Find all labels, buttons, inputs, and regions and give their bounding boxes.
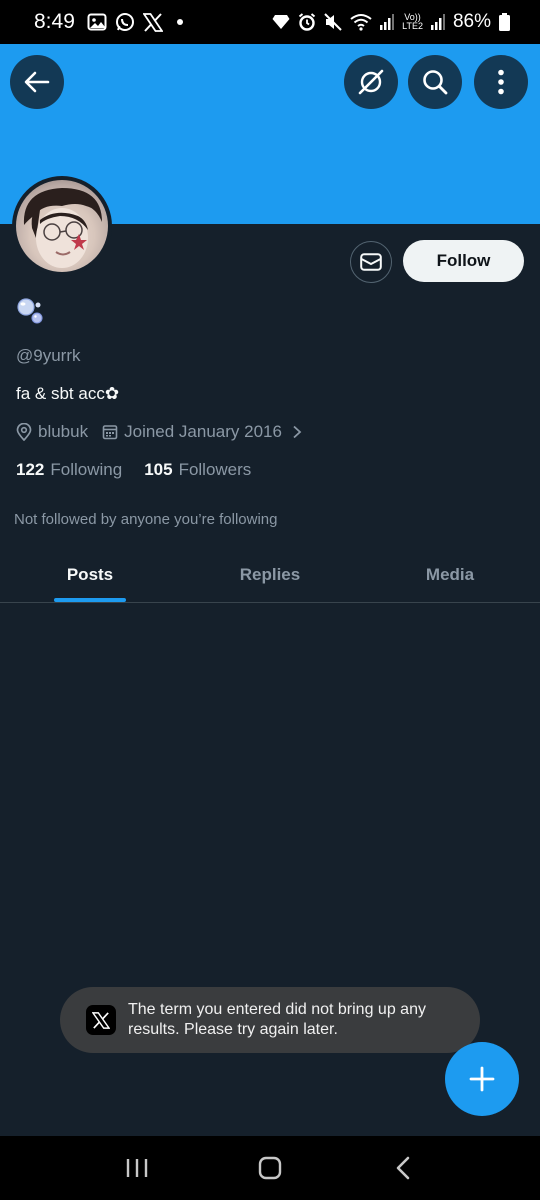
tab-active-indicator: [54, 598, 126, 602]
gallery-icon: [87, 12, 107, 32]
alarm-icon: [298, 13, 316, 31]
not-followed-notice: Not followed by anyone you’re following: [14, 511, 278, 528]
status-time: 8:49: [34, 10, 75, 33]
wifi-icon: [350, 13, 372, 31]
calendar-icon: [102, 424, 118, 440]
display-name-bubbles-icon: [16, 296, 46, 326]
back-icon: [24, 71, 50, 93]
follow-button[interactable]: Follow: [403, 240, 524, 282]
profile-location: blubuk: [38, 422, 89, 441]
x-icon: [142, 12, 163, 32]
back-button[interactable]: [10, 55, 64, 109]
profile-stats: 122 Following 105 Followers: [16, 460, 251, 480]
system-nav-bar: [0, 1136, 540, 1200]
mute-icon: [324, 13, 342, 31]
profile-tabs: Posts Replies Media: [0, 548, 540, 603]
volte-icon: Vo)) LTE2: [402, 12, 423, 31]
whatsapp-icon: [115, 12, 135, 32]
profile-handle: @9yurrk: [16, 346, 81, 365]
location-icon: [16, 423, 32, 441]
followers-count: 105: [144, 460, 173, 479]
battery-icon: [499, 13, 510, 31]
plus-icon: [469, 1066, 495, 1092]
grok-button[interactable]: [344, 55, 398, 109]
followers-link[interactable]: 105 Followers: [144, 460, 251, 480]
profile-bio: fa & sbt acc✿: [16, 384, 120, 403]
more-icon: [498, 69, 504, 95]
following-count: 122: [16, 460, 45, 479]
dot-icon: [176, 19, 183, 25]
recent-apps-button[interactable]: [107, 1143, 167, 1193]
toast-message: The term you entered did not bring up an…: [128, 1001, 426, 1038]
status-bar: 8:49 Vo)) LTE2 86%: [0, 0, 540, 44]
tab-label: Posts: [66, 565, 114, 584]
profile-meta: blubuk Joined January 2016: [16, 422, 308, 442]
followers-label: Followers: [178, 460, 252, 479]
status-bar-left: 8:49: [34, 10, 183, 34]
system-back-button[interactable]: [373, 1143, 433, 1193]
chevron-right-icon[interactable]: [292, 425, 302, 439]
recent-apps-icon: [126, 1159, 147, 1177]
tab-replies[interactable]: Replies: [180, 548, 360, 602]
tab-posts[interactable]: Posts: [0, 548, 180, 602]
message-button[interactable]: [350, 241, 392, 283]
profile-joined: Joined January 2016: [124, 422, 282, 441]
home-icon: [258, 1156, 282, 1180]
signal-icon: [430, 14, 445, 30]
compose-button[interactable]: [445, 1042, 519, 1116]
tab-label: Media: [425, 565, 475, 584]
more-button[interactable]: [474, 55, 528, 109]
error-toast: The term you entered did not bring up an…: [60, 987, 480, 1053]
battery-percent: 86%: [452, 11, 491, 32]
x-logo-icon: [86, 1005, 116, 1035]
avatar-photo: [16, 180, 108, 272]
tab-media[interactable]: Media: [360, 548, 540, 602]
status-bar-right: Vo)) LTE2 86%: [272, 11, 510, 33]
grok-icon: [358, 69, 384, 95]
home-button[interactable]: [240, 1143, 300, 1193]
system-back-icon: [397, 1156, 410, 1180]
search-icon: [423, 70, 448, 95]
avatar[interactable]: [12, 176, 112, 276]
search-button[interactable]: [408, 55, 462, 109]
tab-label: Replies: [239, 565, 301, 584]
signal-icon: [380, 14, 395, 30]
following-link[interactable]: 122 Following: [16, 460, 122, 480]
diamond-icon: [272, 14, 290, 30]
mail-icon: [360, 253, 382, 271]
network-label: LTE2: [402, 21, 423, 31]
following-label: Following: [50, 460, 123, 479]
